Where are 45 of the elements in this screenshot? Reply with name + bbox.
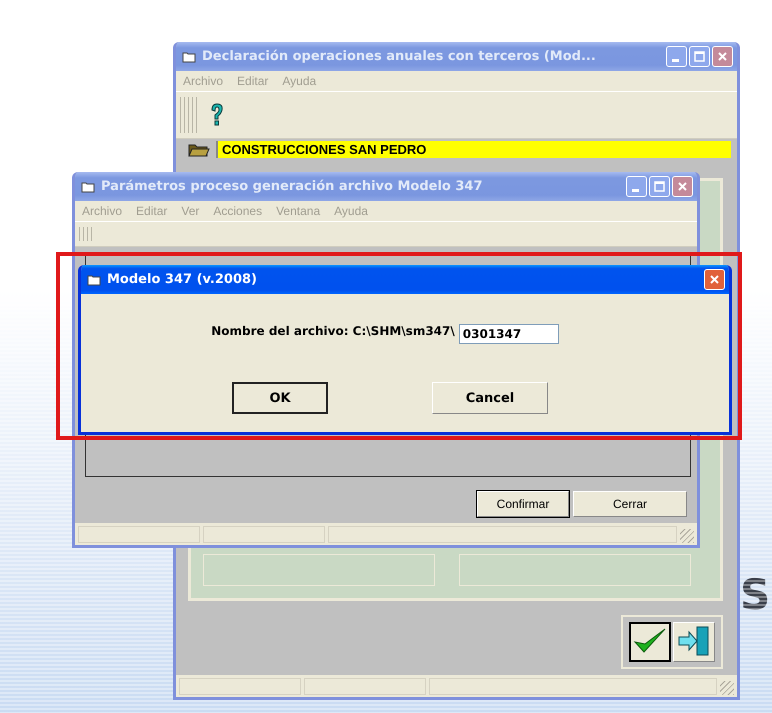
close-button[interactable] (712, 46, 733, 67)
window-icon (182, 50, 196, 62)
dialog-button[interactable]: OK (232, 382, 328, 414)
maximize-button[interactable] (649, 176, 670, 197)
resize-grip[interactable] (680, 529, 694, 543)
window-title: Declaración operaciones anuales con terceros (Mod... (202, 49, 597, 64)
exit-button[interactable] (673, 622, 715, 662)
maximize-icon (693, 50, 706, 63)
logo-letter: S (740, 570, 770, 619)
close-icon (716, 50, 729, 63)
menu-item[interactable]: Ventana (275, 204, 322, 218)
folder-icon (188, 142, 210, 156)
menu-item[interactable]: Archivo (182, 74, 224, 88)
filename-field[interactable]: 0301347 (458, 324, 559, 344)
window-title: Modelo 347 (v.2008) (107, 272, 258, 287)
window-icon (87, 274, 101, 286)
field-label: Nombre del archivo: C:\SHM\sm347\ (211, 324, 455, 338)
menu-item[interactable]: Editar (236, 74, 270, 88)
exit-door-icon (677, 624, 711, 656)
menu-item[interactable]: Ayuda (281, 74, 318, 88)
maximize-icon (653, 180, 666, 193)
resize-grip[interactable] (720, 681, 734, 695)
maximize-button[interactable] (689, 46, 710, 67)
minimize-button[interactable] (626, 176, 647, 197)
dialog-button[interactable]: Cancel (432, 382, 548, 414)
dialog-button[interactable]: Cerrar (573, 491, 687, 517)
help-icon[interactable] (210, 103, 224, 127)
close-icon (708, 273, 721, 286)
company-name: CONSTRUCCIONES SAN PEDRO (216, 141, 731, 158)
minimize-icon (672, 59, 679, 62)
minimize-icon (632, 189, 639, 192)
close-button[interactable] (672, 176, 693, 197)
minimize-button[interactable] (666, 46, 687, 67)
menu-item[interactable]: Archivo (81, 204, 124, 218)
close-button[interactable] (704, 269, 725, 290)
menu-item[interactable]: Editar (135, 204, 168, 218)
menu-item[interactable]: Ver (180, 204, 200, 218)
dialog-button[interactable]: Confirmar (477, 491, 569, 517)
accept-button[interactable] (629, 622, 671, 662)
close-icon (676, 180, 689, 193)
check-icon (632, 626, 668, 656)
window-title: Parámetros proceso generación archivo Modelo 347 (101, 179, 484, 194)
menu-item[interactable]: Ayuda (333, 204, 369, 218)
window-icon (81, 180, 95, 192)
menu-item[interactable]: Acciones (212, 204, 264, 218)
